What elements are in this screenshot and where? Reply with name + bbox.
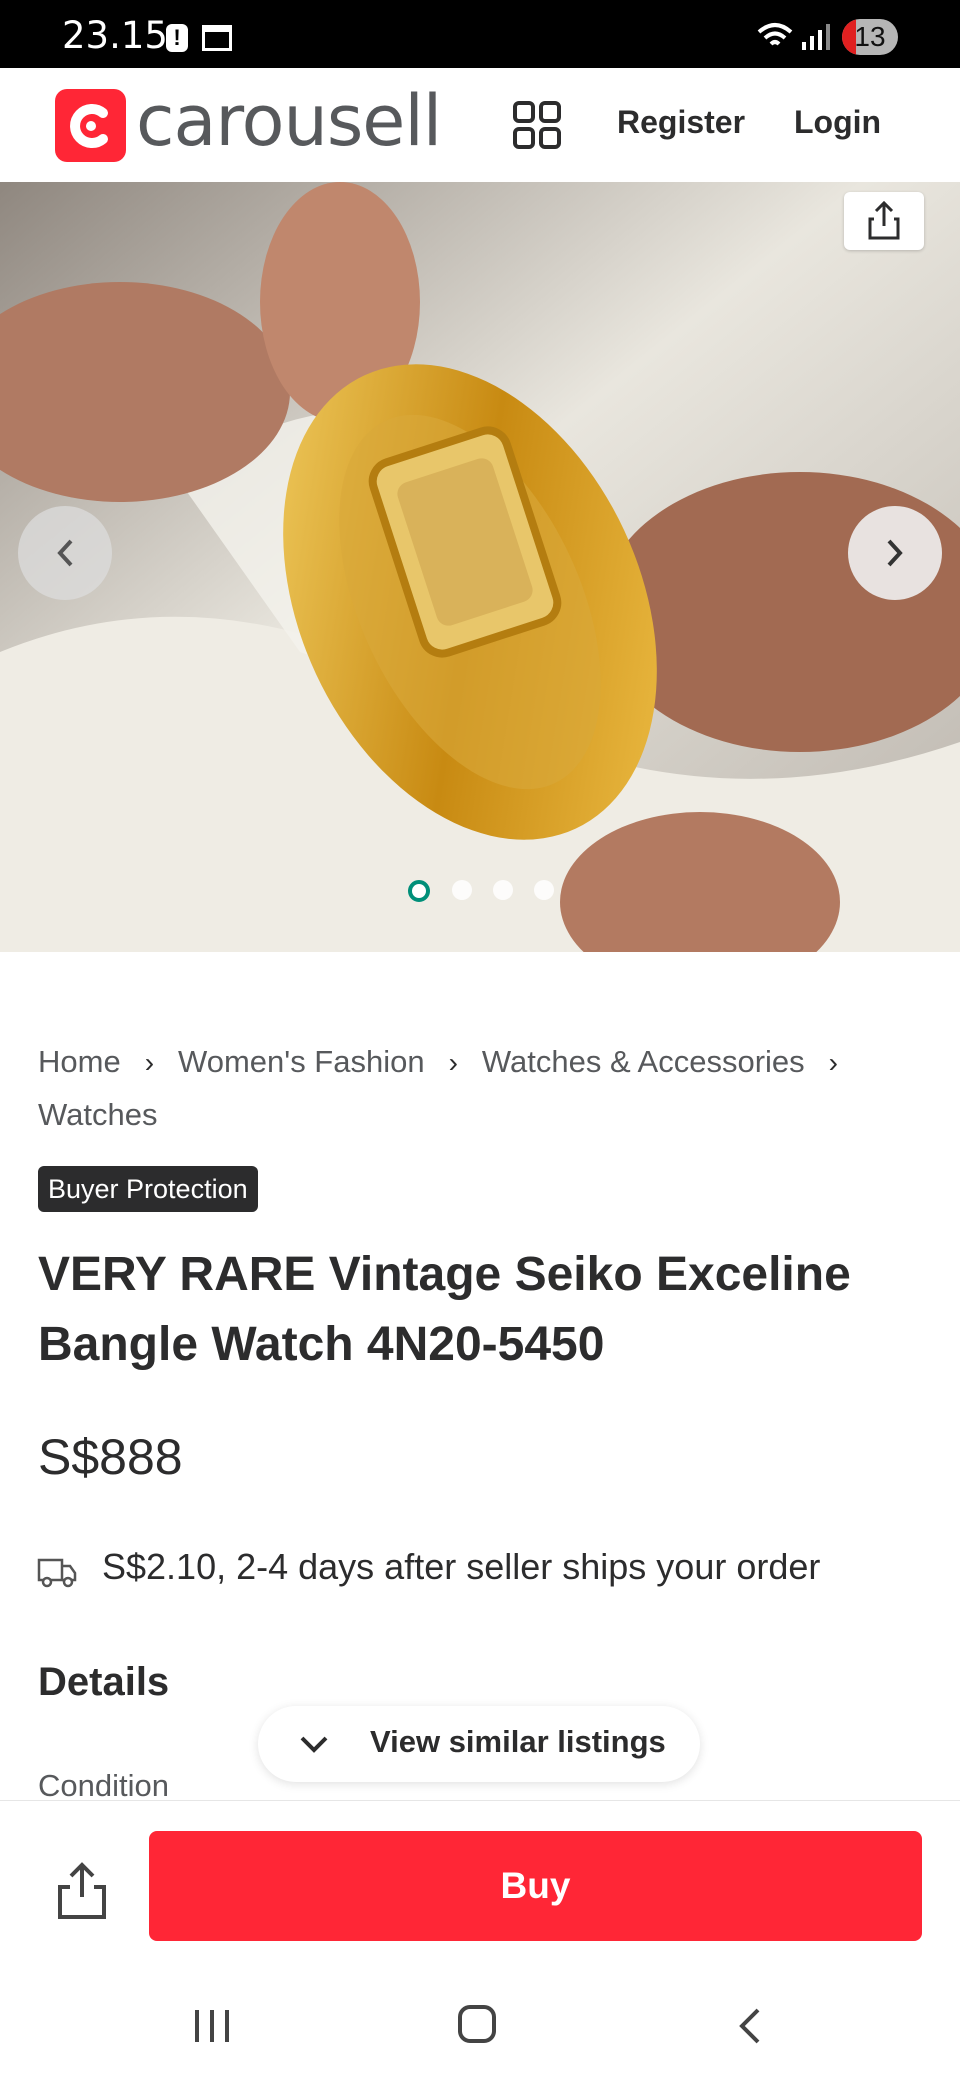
breadcrumb-watches[interactable]: Watches	[38, 1097, 157, 1132]
chevron-right-icon: ›	[828, 1047, 838, 1078]
battery-icon: 13	[842, 19, 898, 55]
alert-icon: !	[166, 24, 188, 52]
carousell-logo-icon[interactable]	[55, 89, 126, 162]
back-icon[interactable]	[734, 2006, 764, 2046]
carousel-dot-1[interactable]	[408, 880, 430, 902]
buyer-protection-badge[interactable]: Buyer Protection	[38, 1166, 258, 1212]
breadcrumb-womens-fashion[interactable]: Women's Fashion	[178, 1044, 425, 1079]
chevron-right-icon: ›	[144, 1047, 155, 1078]
wifi-icon	[757, 23, 793, 46]
share-button[interactable]	[844, 192, 924, 250]
buy-button[interactable]: Buy	[149, 1831, 922, 1941]
breadcrumb-home[interactable]: Home	[38, 1044, 121, 1079]
status-bar: 23.15 ! 13	[0, 0, 960, 68]
logo-text[interactable]: carousell	[136, 80, 442, 162]
share-icon[interactable]	[52, 1859, 112, 1923]
shipping-info: S$2.10, 2-4 days after seller ships your…	[102, 1546, 821, 1587]
chevron-down-icon	[300, 1736, 328, 1753]
chevron-right-icon	[887, 539, 903, 567]
listing-price: S$888	[38, 1429, 183, 1485]
view-similar-listings-label: View similar listings	[370, 1724, 666, 1759]
next-image-button[interactable]	[848, 506, 942, 600]
carousel-dot-4[interactable]	[534, 880, 554, 900]
breadcrumb: Home › Women's Fashion › Watches & Accessori…	[38, 1036, 928, 1141]
carousel-dot-3[interactable]	[493, 880, 513, 900]
condition-label: Condition	[38, 1768, 169, 1803]
categories-grid-icon[interactable]	[512, 100, 562, 150]
site-header: carousell Register Login	[0, 68, 960, 183]
details-heading: Details	[38, 1660, 170, 1704]
recents-icon[interactable]	[192, 2008, 232, 2044]
register-link[interactable]: Register	[617, 104, 745, 141]
breadcrumb-watches-accessories[interactable]: Watches & Accessories	[482, 1044, 805, 1079]
status-time: 23.15	[62, 14, 168, 57]
signal-icon	[802, 24, 830, 50]
chevron-left-icon	[57, 539, 73, 567]
previous-image-button[interactable]	[18, 506, 112, 600]
listing-title: VERY RARE Vintage Seiko Exceline Bangle …	[38, 1248, 851, 1371]
chevron-right-icon: ›	[448, 1047, 458, 1078]
home-icon[interactable]	[458, 2005, 496, 2043]
carousel-dot-2[interactable]	[452, 880, 472, 900]
battery-level: 13	[854, 21, 886, 52]
view-similar-listings-button[interactable]: View similar listings	[258, 1706, 700, 1782]
calendar-icon	[202, 25, 232, 51]
bottom-action-bar: Buy	[0, 1800, 960, 1971]
delivery-truck-icon	[37, 1558, 77, 1588]
product-image[interactable]	[0, 182, 960, 952]
login-link[interactable]: Login	[794, 104, 881, 141]
system-nav-bar	[0, 1970, 960, 2080]
